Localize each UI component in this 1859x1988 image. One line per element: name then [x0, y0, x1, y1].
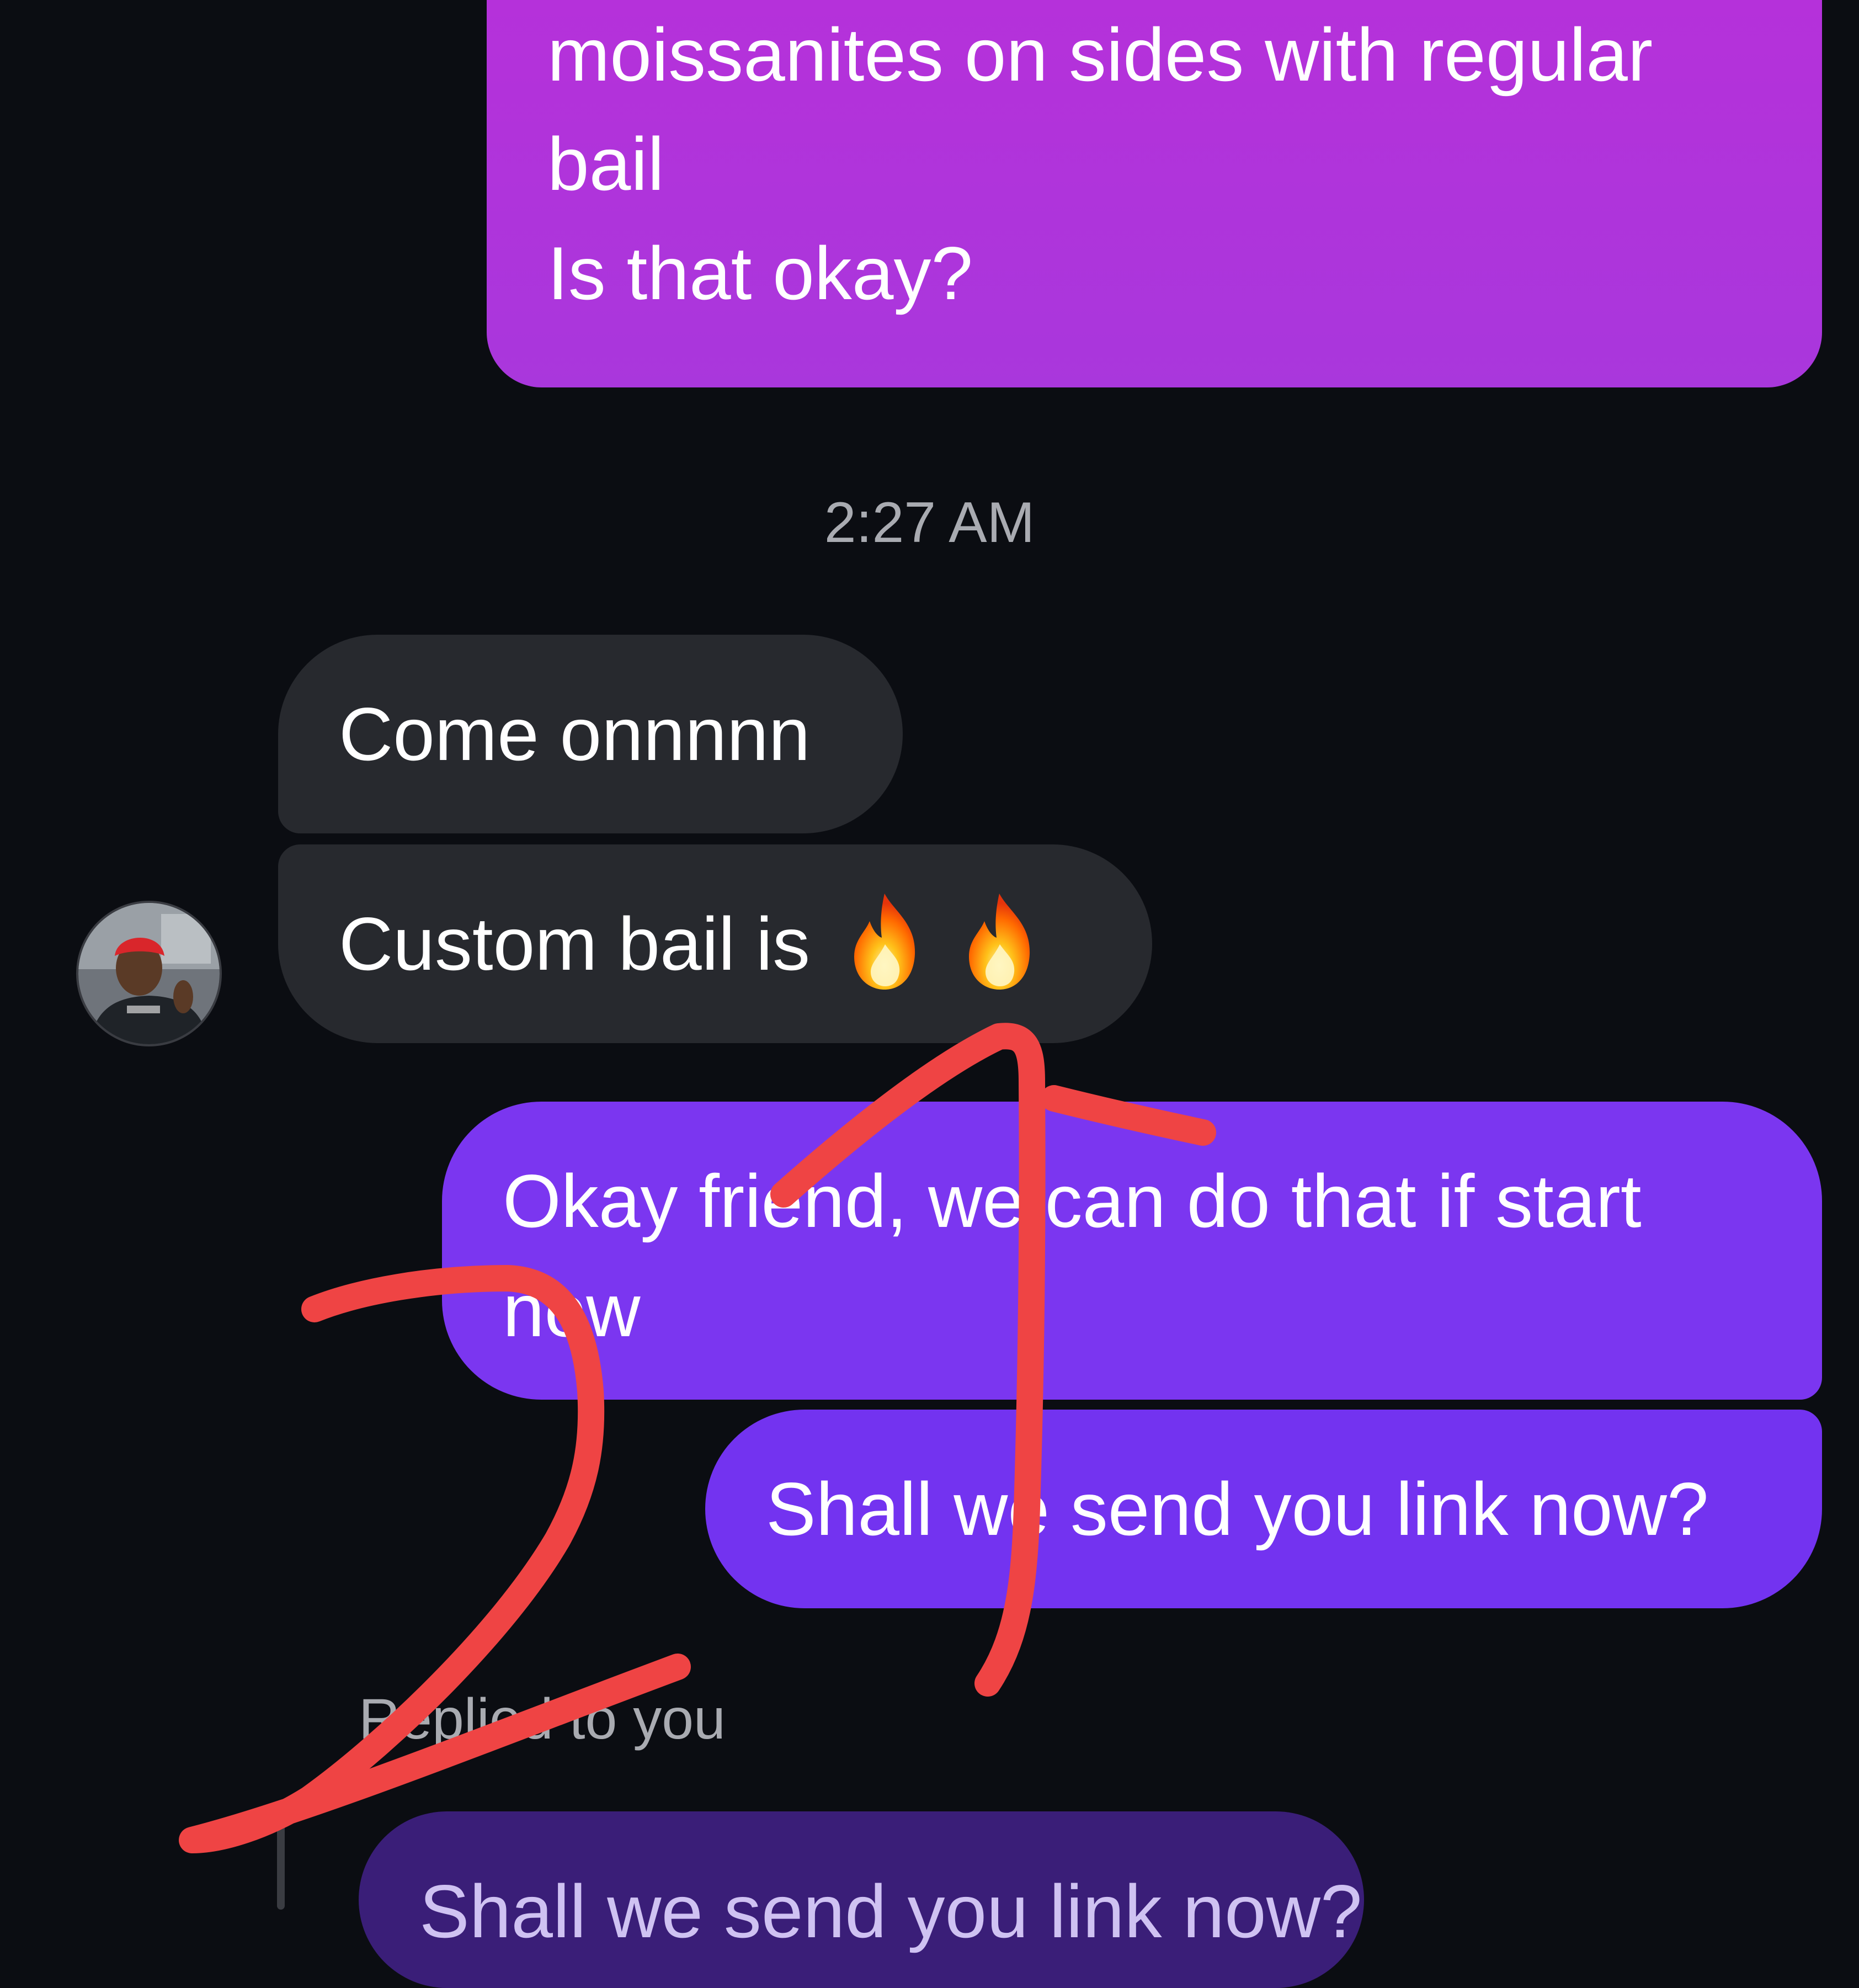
- outgoing-message-send-link[interactable]: Shall we send you link now?: [705, 1410, 1822, 1608]
- reply-quoted-message[interactable]: Shall we send you link now?: [359, 1811, 1364, 1988]
- fire-icon: [854, 894, 915, 990]
- message-text: Okay friend, we can do that if start now: [503, 1159, 1663, 1352]
- avatar-photo: [78, 903, 220, 1044]
- message-text: moissanites on sides with regular bail I…: [547, 13, 1653, 315]
- quoted-message-text: Shall we send you link now?: [419, 1869, 1362, 1953]
- message-timestamp: 2:27 AM: [824, 491, 1035, 555]
- incoming-message-custom-bail[interactable]: Custom bail is: [278, 844, 1152, 1043]
- outgoing-message-okay-friend[interactable]: Okay friend, we can do that if start now: [442, 1102, 1822, 1400]
- reply-quote-bar: [277, 1821, 285, 1910]
- message-text: Shall we send you link now?: [766, 1467, 1709, 1551]
- sender-avatar[interactable]: [78, 903, 220, 1044]
- outgoing-message-pendant-offer[interactable]: moissanites on sides with regular bail I…: [487, 0, 1822, 387]
- fire-icon: [969, 894, 1030, 990]
- message-text: Come onnnnn: [339, 692, 811, 776]
- reply-label: Replied to you: [359, 1687, 726, 1751]
- incoming-message-come-on[interactable]: Come onnnnn: [278, 635, 903, 833]
- message-text: Custom bail is: [339, 902, 811, 986]
